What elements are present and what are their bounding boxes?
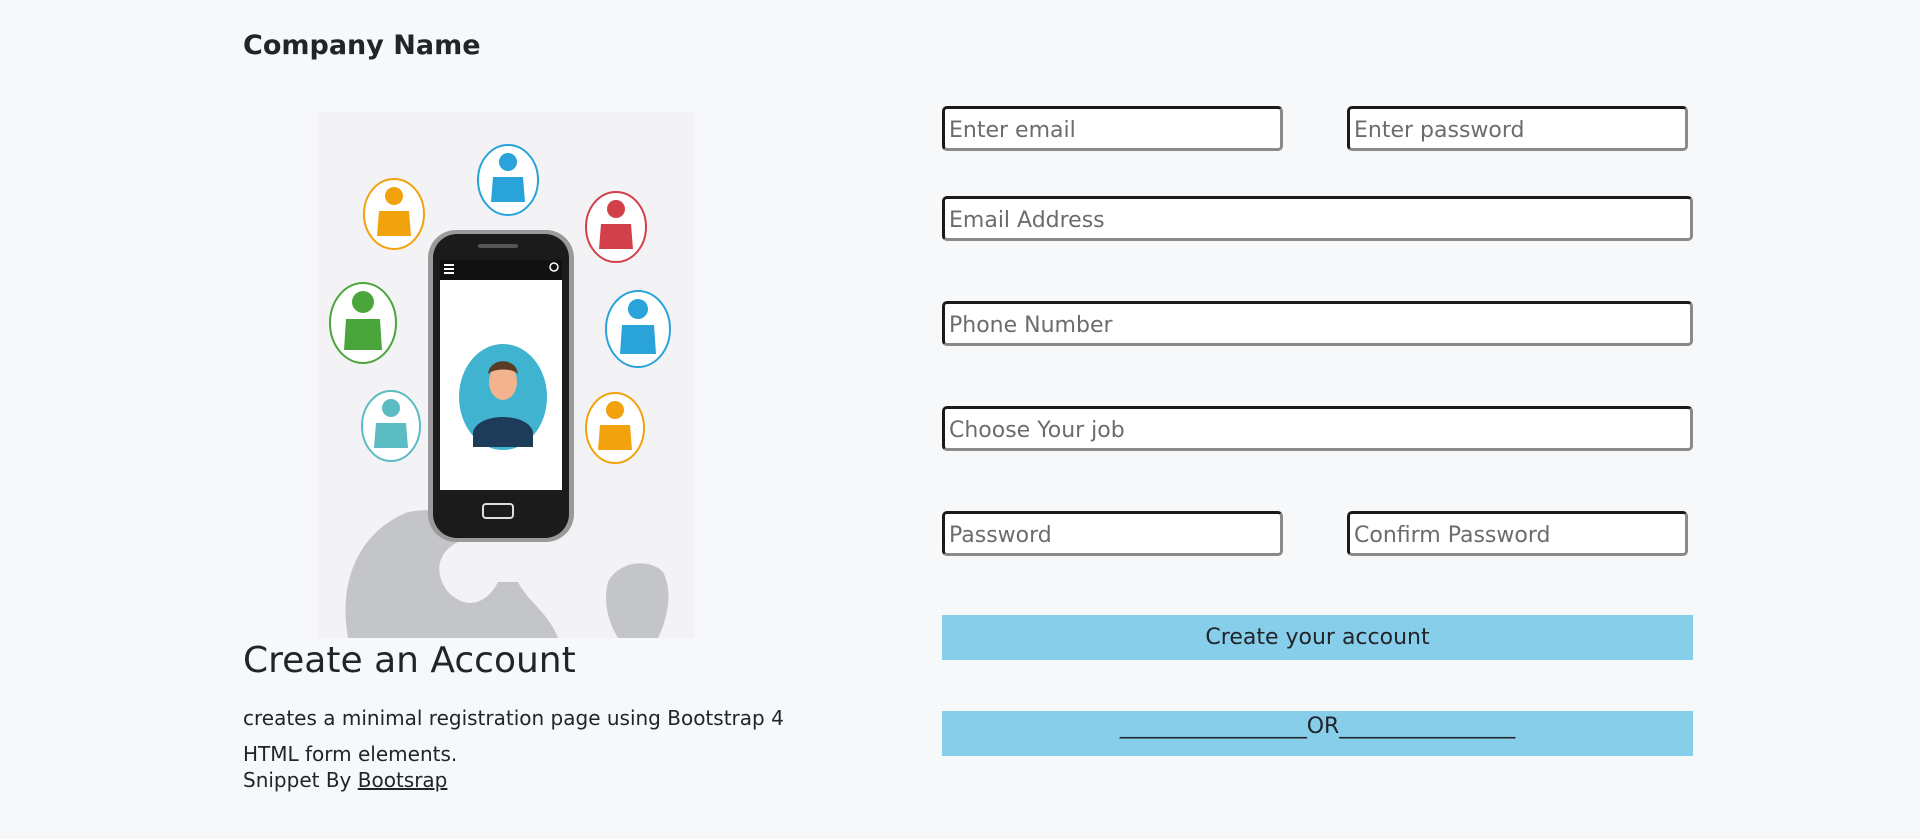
job-input[interactable]: [942, 406, 1693, 451]
intro-description: creates a minimal registration page usin…: [243, 706, 784, 766]
snippet-credit: Snippet By Bootsrap: [243, 768, 447, 792]
brand-name[interactable]: Company Name: [243, 30, 481, 61]
or-divider: _________________OR________________: [942, 711, 1693, 756]
person-icon: [459, 344, 547, 450]
create-account-title: Create an Account: [243, 640, 576, 681]
phone-illustration-icon: [329, 144, 671, 638]
login-password-input[interactable]: [1347, 106, 1688, 151]
phone-network-illustration: [318, 112, 695, 638]
bootstrap-link[interactable]: Bootsrap: [358, 768, 448, 792]
email-address-input[interactable]: [942, 196, 1693, 241]
confirm-password-input[interactable]: [1347, 511, 1688, 556]
phone-number-input[interactable]: [942, 301, 1693, 346]
or-divider-text: _________________OR________________: [1119, 714, 1516, 739]
password-input[interactable]: [942, 511, 1283, 556]
snippet-prefix: Snippet By: [243, 768, 352, 792]
create-account-button[interactable]: Create your account: [942, 615, 1693, 660]
login-email-input[interactable]: [942, 106, 1283, 151]
